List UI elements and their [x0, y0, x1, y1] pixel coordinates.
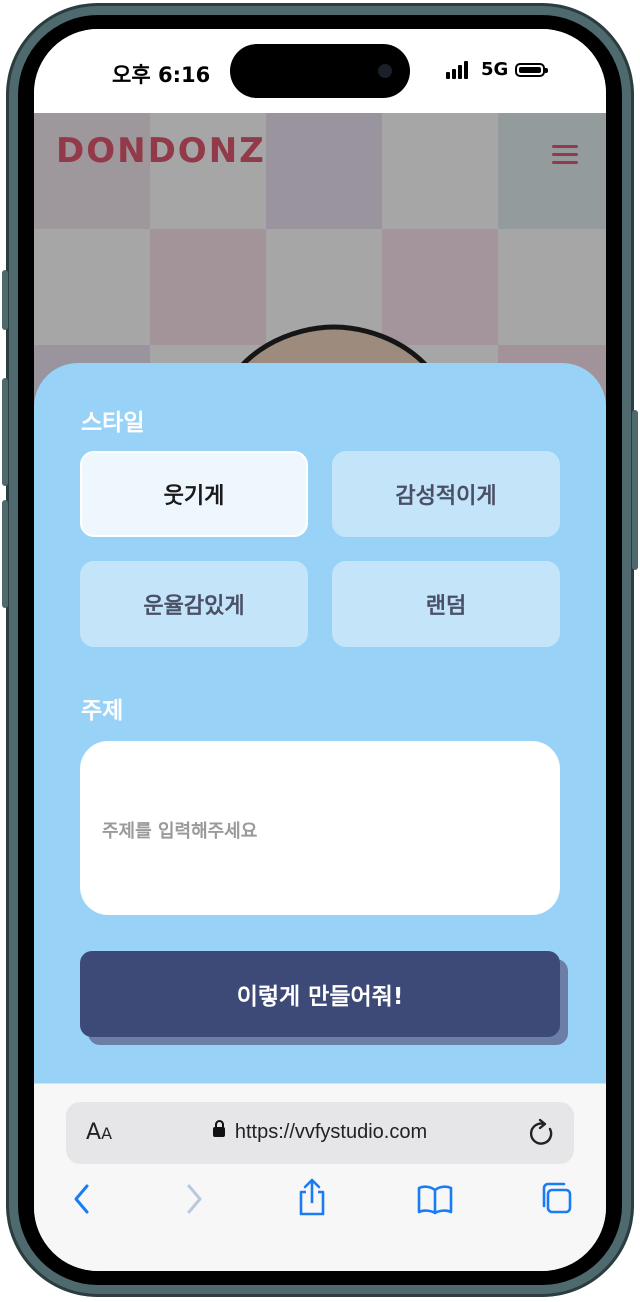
browser-toolbar: AA https://vvfystudio.com [34, 1083, 606, 1271]
status-time: 오후 6:16 [112, 63, 211, 87]
tabs-icon[interactable] [538, 1180, 574, 1216]
dynamic-island [230, 44, 410, 98]
topic-input[interactable]: 주제를 입력해주세요 [80, 741, 560, 915]
battery-icon [515, 63, 548, 77]
side-button [2, 270, 8, 330]
volume-down-button [2, 500, 8, 608]
style-option-funny[interactable]: 웃기게 [80, 451, 308, 537]
back-icon[interactable] [70, 1182, 94, 1216]
lock-icon [212, 1120, 225, 1137]
reload-icon[interactable] [528, 1118, 556, 1148]
volume-up-button [2, 378, 8, 486]
address-bar[interactable]: AA https://vvfystudio.com [66, 1102, 574, 1164]
network-type: 5G [481, 59, 509, 80]
topic-label: 주제 [81, 698, 124, 724]
topic-placeholder: 주제를 입력해주세요 [102, 821, 258, 842]
style-label: 스타일 [81, 410, 145, 436]
style-option-rhythmic[interactable]: 운율감있게 [80, 561, 308, 647]
camera-icon [378, 64, 392, 78]
bottom-sheet: 스타일 웃기게 감성적이게 운율감있게 랜덤 주제 주제를 입력해주세요 이렇게… [34, 363, 606, 1083]
style-option-random[interactable]: 랜덤 [332, 561, 560, 647]
signal-icon [446, 61, 472, 79]
power-button [632, 410, 638, 570]
submit-button[interactable]: 이렇게 만들어줘! [80, 951, 560, 1037]
forward-icon [187, 1184, 202, 1214]
style-option-emotional[interactable]: 감성적이게 [332, 451, 560, 537]
share-icon[interactable] [296, 1178, 328, 1218]
url-display[interactable]: https://vvfystudio.com [66, 1120, 574, 1144]
url-text: https://vvfystudio.com [234, 1121, 428, 1143]
phone-screen: 오후 6:16 5G DONDONZ 스타일 웃기게 감성적이게 운율감있게 랜… [34, 29, 606, 1271]
bookmarks-icon[interactable] [416, 1182, 454, 1216]
status-bar: 오후 6:16 5G [34, 29, 606, 113]
